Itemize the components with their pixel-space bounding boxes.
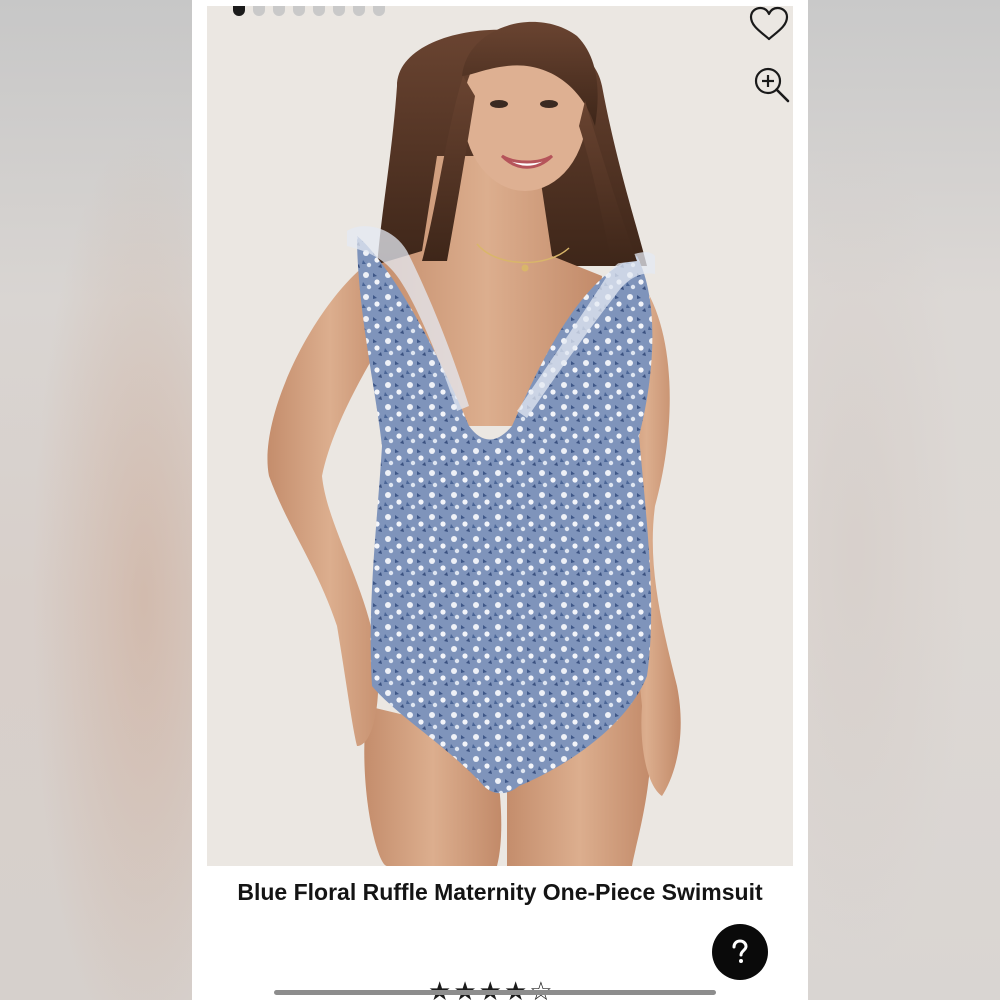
carousel-dot[interactable] [313,6,325,16]
scrollbar[interactable] [274,990,716,995]
carousel-dot[interactable] [333,6,345,16]
carousel-dot[interactable] [373,6,385,16]
star-filled-icon: ★ [503,976,528,1000]
product-page: Blue Floral Ruffle Maternity One-Piece S… [192,0,808,1000]
favorite-button[interactable] [749,6,793,50]
zoom-in-icon [754,67,790,103]
product-image[interactable] [207,6,793,866]
carousel-dot[interactable] [353,6,365,16]
question-icon [732,939,748,963]
star-filled-icon: ★ [478,976,502,1000]
star-filled-icon: ★ [428,976,452,1000]
carousel-indicator [233,6,385,16]
product-title: Blue Floral Ruffle Maternity One-Piece S… [237,879,763,905]
carousel-dot[interactable] [233,6,245,16]
background-right-blur [808,0,1000,1000]
carousel-dot[interactable] [273,6,285,16]
star-empty-icon: ☆ [529,976,553,1000]
zoom-button[interactable] [753,66,793,110]
background-left-blur [0,0,192,1000]
model-photo-illustration [267,21,681,866]
heart-icon [749,6,789,41]
help-button[interactable] [712,924,768,980]
star-filled-icon: ★ [453,976,477,1000]
carousel-dot[interactable] [253,6,265,16]
carousel-dot[interactable] [293,6,305,16]
rating-stars[interactable]: ★ ★ ★ ★ ☆ [428,978,553,1000]
